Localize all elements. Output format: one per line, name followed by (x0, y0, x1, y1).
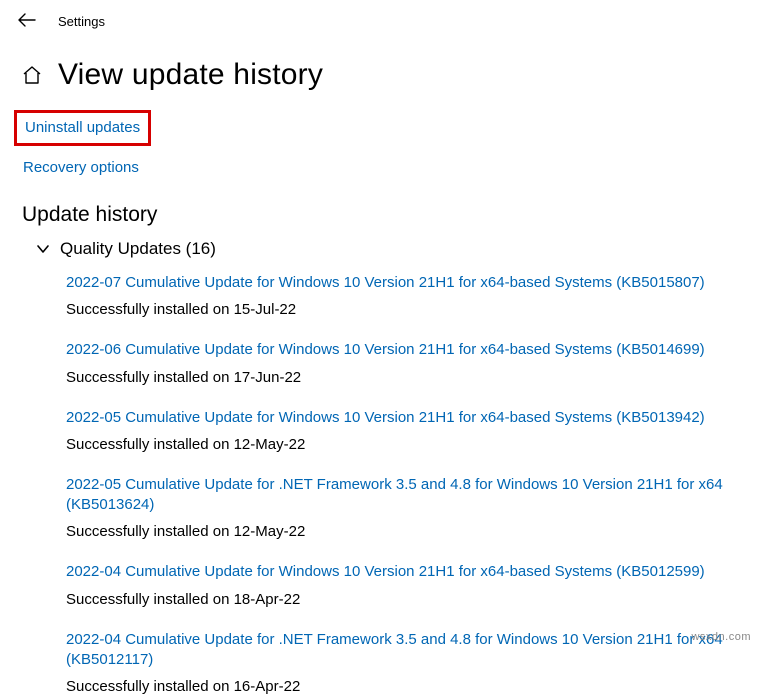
updates-list: 2022-07 Cumulative Update for Windows 10… (22, 273, 735, 695)
quality-updates-group[interactable]: Quality Updates (16) (22, 239, 735, 259)
recovery-options-link[interactable]: Recovery options (14, 150, 148, 185)
update-status: Successfully installed on 12-May-22 (66, 523, 735, 540)
list-item: 2022-07 Cumulative Update for Windows 10… (66, 273, 735, 318)
home-icon[interactable] (22, 65, 42, 85)
back-arrow-icon[interactable] (18, 12, 36, 30)
uninstall-updates-link[interactable]: Uninstall updates (25, 119, 140, 136)
list-item: 2022-05 Cumulative Update for Windows 10… (66, 408, 735, 453)
update-link[interactable]: 2022-07 Cumulative Update for Windows 10… (66, 273, 735, 293)
action-links: Uninstall updates Recovery options (0, 110, 757, 185)
page-title: View update history (58, 58, 323, 92)
group-label: Quality Updates (16) (60, 239, 216, 259)
update-status: Successfully installed on 17-Jun-22 (66, 369, 735, 386)
watermark: wsxdn.com (691, 631, 751, 643)
update-history-section: Update history Quality Updates (16) 2022… (0, 185, 757, 695)
titlebar: Settings (0, 0, 757, 36)
update-link[interactable]: 2022-04 Cumulative Update for Windows 10… (66, 562, 735, 582)
update-status: Successfully installed on 18-Apr-22 (66, 591, 735, 608)
list-item: 2022-04 Cumulative Update for Windows 10… (66, 562, 735, 607)
section-heading: Update history (22, 203, 735, 227)
update-link[interactable]: 2022-06 Cumulative Update for Windows 10… (66, 340, 735, 360)
app-title: Settings (58, 14, 105, 29)
chevron-down-icon (36, 242, 50, 256)
update-status: Successfully installed on 12-May-22 (66, 436, 735, 453)
update-link[interactable]: 2022-05 Cumulative Update for .NET Frame… (66, 475, 735, 516)
update-link[interactable]: 2022-04 Cumulative Update for .NET Frame… (66, 630, 735, 671)
list-item: 2022-05 Cumulative Update for .NET Frame… (66, 475, 735, 541)
page-header: View update history (0, 36, 757, 110)
update-status: Successfully installed on 15-Jul-22 (66, 301, 735, 318)
list-item: 2022-04 Cumulative Update for .NET Frame… (66, 630, 735, 695)
update-link[interactable]: 2022-05 Cumulative Update for Windows 10… (66, 408, 735, 428)
list-item: 2022-06 Cumulative Update for Windows 10… (66, 340, 735, 385)
update-status: Successfully installed on 16-Apr-22 (66, 678, 735, 695)
